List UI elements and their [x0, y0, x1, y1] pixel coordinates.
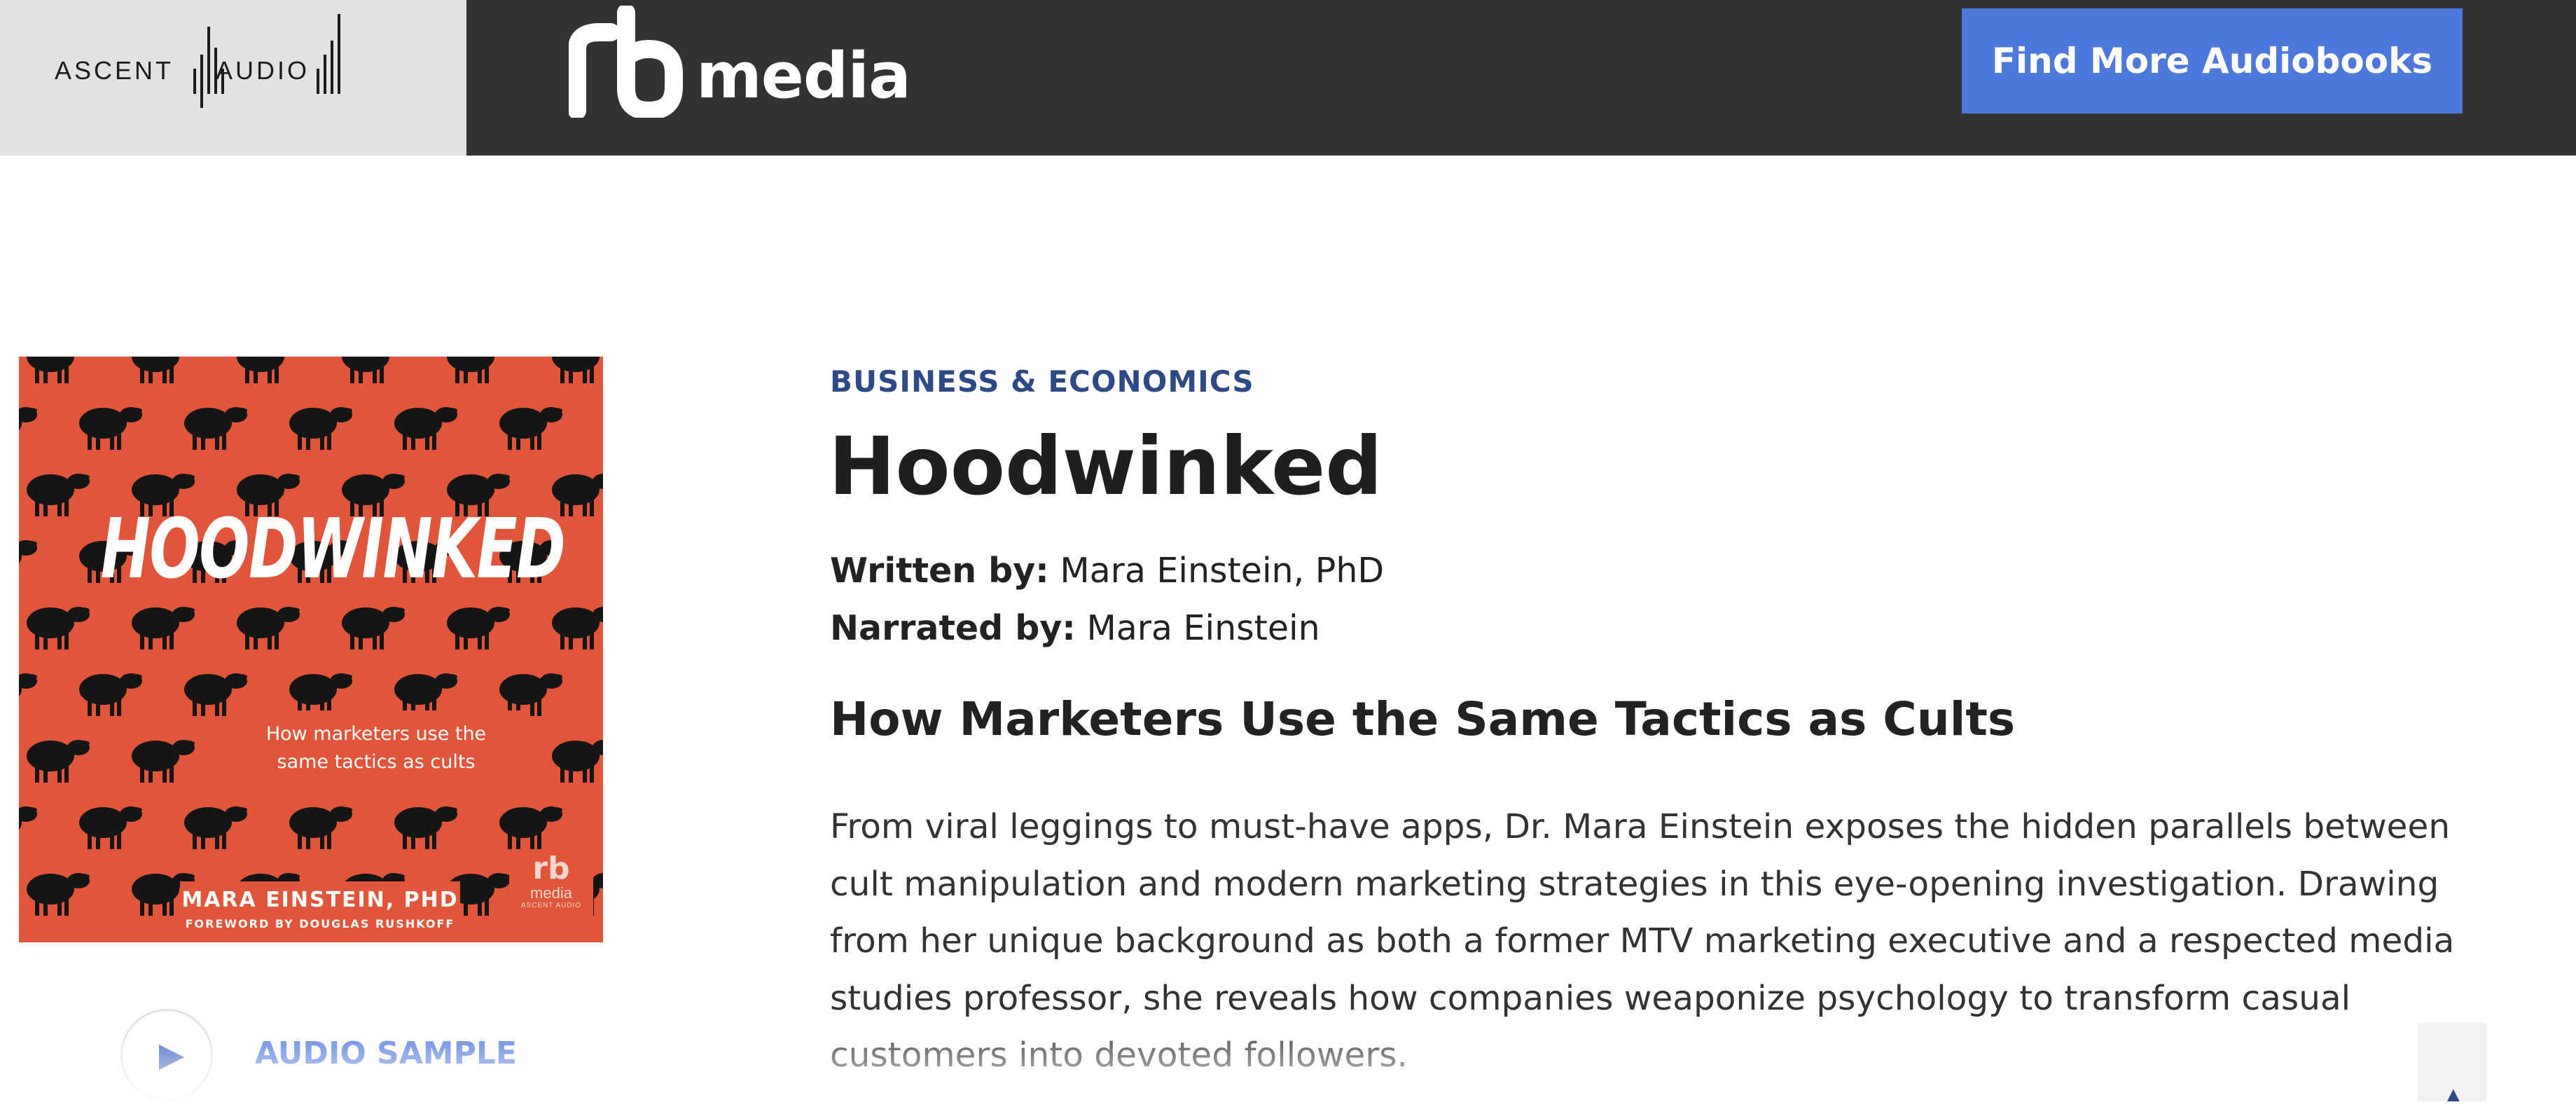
sheep-silhouette — [394, 806, 457, 849]
cover-author: MARA EINSTEIN, PHD — [181, 888, 459, 912]
sheep-silhouette — [499, 407, 562, 450]
sheep-silhouette — [447, 357, 510, 383]
author-name: Mara Einstein, PhD — [1060, 551, 1385, 591]
sheep-silhouette — [552, 357, 603, 383]
written-by: Written by: Mara Einstein, PhD — [830, 551, 1384, 591]
sheep-silhouette — [237, 607, 300, 649]
sheep-silhouette — [237, 357, 300, 383]
sheep-silhouette — [447, 607, 510, 649]
cover-subtitle-line-2: same tactics as cults — [277, 751, 476, 773]
sheep-silhouette — [132, 740, 195, 783]
chevron-up-icon: ▲ — [2443, 1083, 2464, 1106]
sheep-silhouette — [289, 806, 352, 849]
audio-logo-word: AUDIO — [216, 56, 310, 85]
cover-title: HOODWINKED — [100, 500, 566, 597]
cover-subtitle: How marketers use the same tactics as cu… — [229, 710, 523, 790]
sheep-silhouette — [79, 806, 142, 849]
book-subtitle: How Marketers Use the Same Tactics as Cu… — [830, 692, 2016, 746]
sheep-silhouette — [499, 806, 562, 849]
sheep-silhouette — [184, 407, 247, 450]
sheep-silhouette — [342, 607, 405, 649]
find-more-audiobooks-button[interactable]: Find More Audiobooks — [1962, 8, 2463, 114]
book-title: Hoodwinked — [829, 420, 1383, 513]
sheep-silhouette — [394, 407, 457, 450]
ascent-logo-word: ASCENT — [55, 56, 174, 85]
sheep-silhouette — [27, 607, 90, 649]
narrator-name: Mara Einstein — [1086, 608, 1320, 648]
sheep-silhouette — [27, 740, 90, 783]
rb-mark-icon — [569, 6, 683, 118]
sheep-silhouette — [79, 407, 142, 450]
sheep-silhouette — [132, 607, 195, 649]
sheep-silhouette — [27, 474, 90, 516]
written-by-label: Written by: — [830, 551, 1049, 591]
narrated-by-label: Narrated by: — [830, 608, 1076, 648]
audio-sample-play-button[interactable] — [120, 1009, 213, 1101]
sheep-silhouette — [289, 407, 352, 450]
sheep-silhouette — [19, 407, 37, 450]
sheep-silhouette — [19, 673, 37, 716]
ascent-audio-logo-area[interactable]: ASCENT AUDIO — [0, 0, 466, 156]
soundwave-icon — [317, 14, 340, 94]
sheep-silhouette — [552, 740, 603, 783]
scroll-to-top-button[interactable]: ▲ — [2418, 1023, 2486, 1106]
cover-foreword: FOREWORD BY DOUGLAS RUSHKOFF — [185, 917, 455, 930]
sheep-silhouette — [27, 873, 90, 916]
sheep-silhouette — [342, 357, 405, 383]
ascent-audio-logo[interactable]: ASCENT AUDIO — [55, 13, 349, 111]
audio-sample-label[interactable]: AUDIO SAMPLE — [255, 1036, 517, 1071]
sheep-silhouette — [184, 806, 247, 849]
narrated-by: Narrated by: Mara Einstein — [830, 608, 1320, 648]
cover-subtitle-line-1: How marketers use the — [265, 723, 487, 745]
cover-publisher-logo: rb media ASCENT AUDIO — [509, 851, 593, 910]
sheep-silhouette — [552, 607, 603, 649]
rbmedia-logo-text: media — [696, 39, 911, 113]
book-category-link[interactable]: BUSINESS & ECONOMICS — [830, 364, 1254, 399]
sheep-silhouette — [289, 673, 352, 716]
play-icon — [159, 1045, 184, 1070]
book-description: From viral leggings to must-have apps, D… — [830, 807, 2455, 1075]
book-cover: HOODWINKED How marketers use the same ta… — [19, 357, 603, 942]
sheep-silhouette — [394, 673, 457, 716]
cover-rb-imprint: ASCENT AUDIO — [520, 902, 582, 909]
sheep-silhouette — [19, 540, 37, 583]
sheep-silhouette — [79, 673, 142, 716]
sheep-silhouette — [499, 673, 562, 716]
sheep-silhouette — [19, 806, 37, 849]
sheep-silhouette — [184, 673, 247, 716]
rbmedia-logo[interactable]: media — [569, 6, 911, 118]
cover-rb-media: media — [530, 884, 572, 902]
sheep-silhouette — [132, 357, 195, 383]
sheep-silhouette — [27, 357, 90, 383]
site-header: ASCENT AUDIO media Find More Audiobooks — [0, 0, 2576, 156]
cover-rb-mark: rb — [532, 851, 570, 886]
